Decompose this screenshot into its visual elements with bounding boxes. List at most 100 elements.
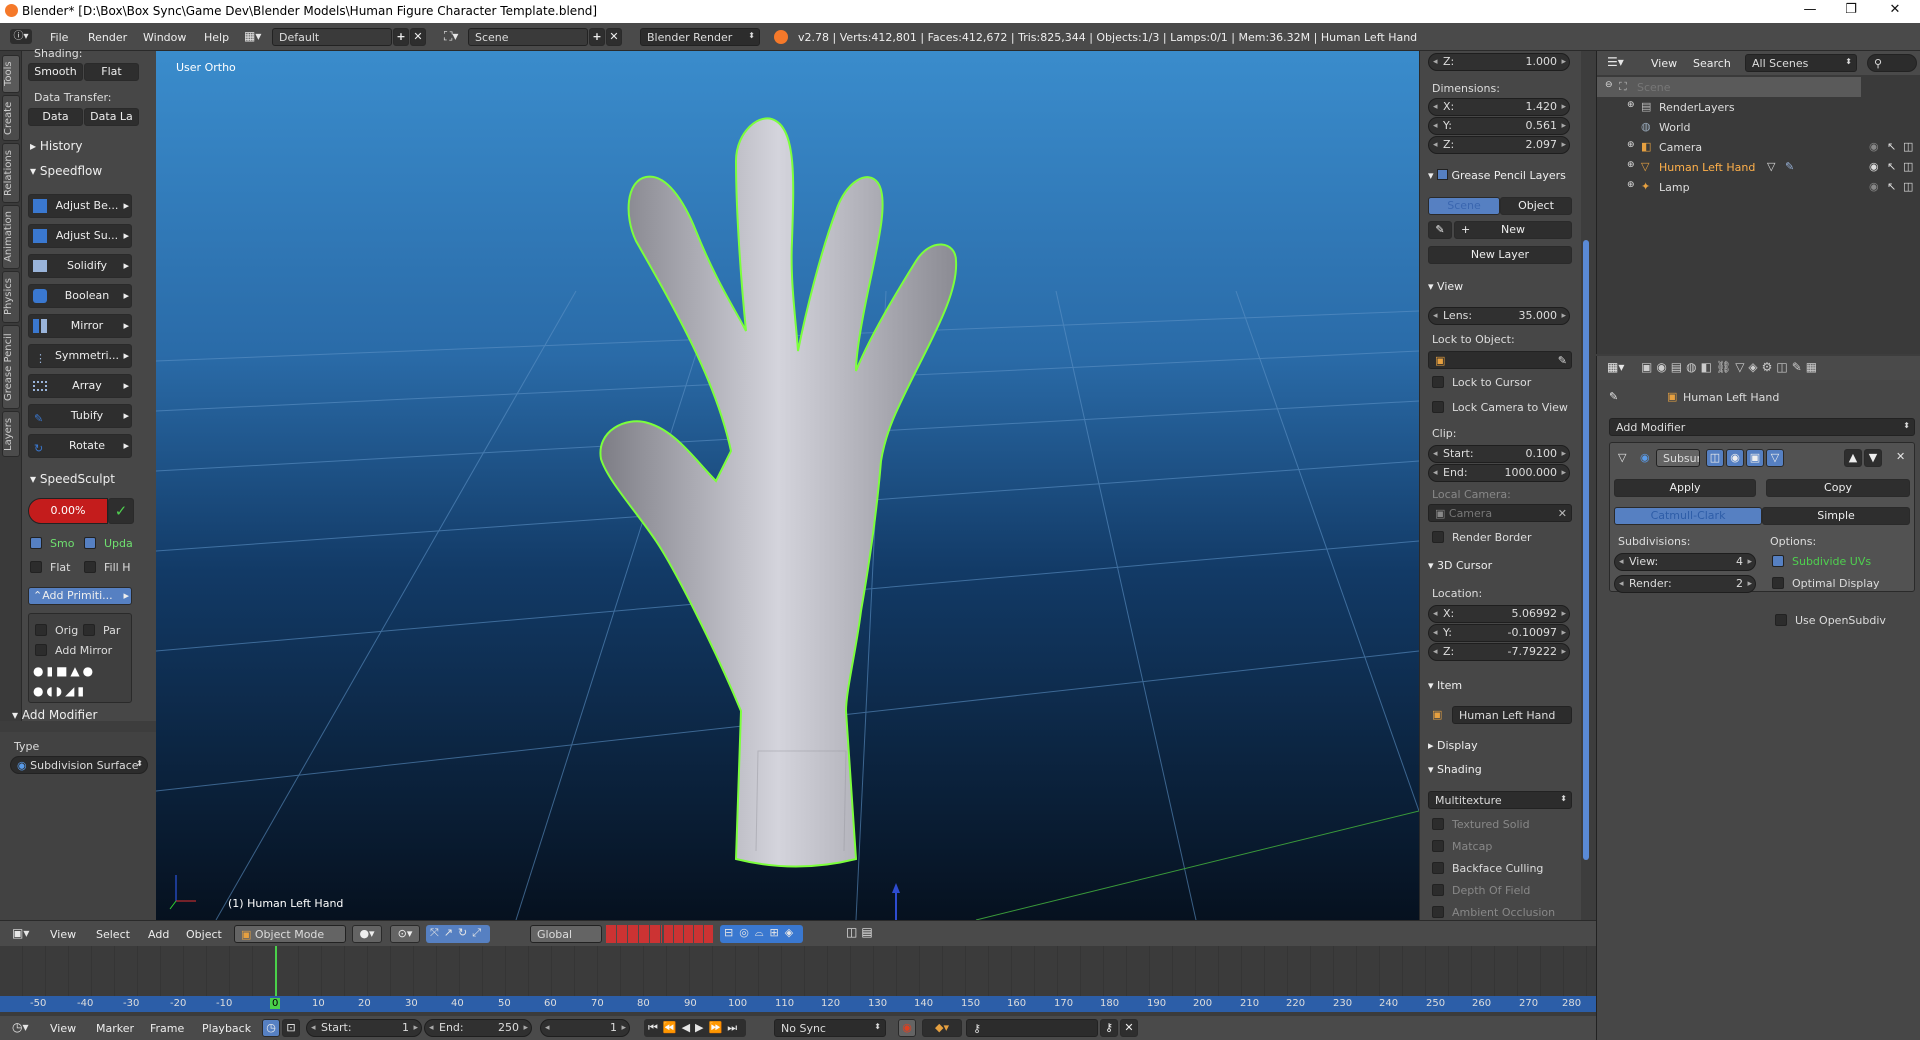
confirm-check-button[interactable]: ✓ (108, 498, 134, 524)
speedflow-adjust-bevel-button[interactable]: Adjust Be... ▸ (28, 194, 132, 218)
timeline-menu-frame[interactable]: Frame (150, 1022, 184, 1035)
remove-modifier-icon[interactable]: ✕ (1896, 450, 1905, 463)
speedflow-boolean-button[interactable]: Boolean ▸ (28, 284, 132, 308)
outliner-search-input[interactable]: ⚲ (1867, 54, 1917, 72)
speedflow-symmetrize-button[interactable]: ⋮ Symmetri... ▸ (28, 344, 132, 368)
gp-object-toggle[interactable]: Object (1500, 197, 1572, 215)
frame-end-field[interactable]: End: 250 (424, 1019, 532, 1037)
expand-icon[interactable]: ⊕ (1627, 140, 1635, 150)
menu-window[interactable]: Window (143, 31, 186, 44)
expand-icon[interactable]: ⊕ (1627, 180, 1635, 190)
copy-modifier-button[interactable]: Copy (1766, 479, 1910, 497)
render-engine-selector[interactable]: Blender Render ⬍ (640, 28, 760, 46)
grease-pencil-checkbox[interactable] (1437, 169, 1449, 180)
modifier-type-selector[interactable]: ◉ Subdivision Surface ⬍ (10, 756, 148, 774)
outliner-menu-search[interactable]: Search (1693, 57, 1731, 70)
viewport-menu-view[interactable]: View (50, 928, 76, 941)
close-button[interactable]: ✕ (1880, 2, 1910, 17)
lock-camera-checkbox[interactable] (1432, 401, 1444, 413)
info-editor-icon[interactable]: ⓘ▾ (10, 29, 32, 44)
outliner-row-world[interactable]: ◍ World (1597, 117, 1920, 137)
snap-icons[interactable]: ⊟◎⌓⊞◈ (720, 925, 804, 943)
3d-viewport[interactable]: User Ortho (1) Human Left Hand (156, 51, 1419, 920)
render-camera-icon[interactable]: ◫ (1903, 180, 1913, 193)
collapse-icon[interactable]: ⊖ (1605, 80, 1613, 90)
npanel-scrollbar[interactable] (1583, 240, 1589, 860)
menu-render[interactable]: Render (88, 31, 127, 44)
eyedropper-icon[interactable]: ✎ (1558, 354, 1567, 367)
modifier-name-field[interactable]: Subsur (1656, 449, 1700, 467)
speedflow-adjust-surface-button[interactable]: Adjust Su... ▸ (28, 224, 132, 248)
data-button[interactable]: Data (28, 108, 83, 126)
render-camera-icon[interactable]: ◫ (1903, 140, 1913, 153)
smooth-checkbox[interactable] (30, 537, 42, 549)
optimal-display-checkbox[interactable] (1772, 577, 1784, 589)
item-name-field[interactable]: Human Left Hand (1452, 706, 1572, 724)
apply-modifier-button[interactable]: Apply (1614, 479, 1756, 497)
outliner-row-lamp[interactable]: ⊕ ✦ Lamp ◉ ↖ ◫ (1597, 177, 1920, 197)
delete-keyframe-button[interactable]: ✕ (1120, 1019, 1138, 1037)
outliner-menu-view[interactable]: View (1651, 57, 1677, 70)
timeline-editor-icon[interactable]: ◷▾ (12, 1020, 29, 1034)
display-panel-header[interactable]: ▸ Display (1428, 739, 1478, 752)
layout-icon[interactable]: ▦▾ (244, 29, 268, 45)
interaction-mode-selector[interactable]: ▣ Object Mode (234, 925, 346, 943)
grease-pencil-panel-header[interactable]: ▾ Grease Pencil Layers (1428, 169, 1566, 182)
gp-scene-toggle[interactable]: Scene (1428, 197, 1500, 215)
primitive-icons-row-2[interactable]: ●◖◗◢▮ (33, 684, 87, 698)
keying-set-button[interactable]: ◆▾ (922, 1019, 962, 1037)
outliner-row-renderlayers[interactable]: ⊕ ▤ RenderLayers (1597, 97, 1920, 117)
move-up-button[interactable]: ▲ (1844, 449, 1862, 467)
modifier-editmode-toggle[interactable]: ▣ (1746, 449, 1764, 467)
human-left-hand-mesh[interactable] (599, 117, 958, 868)
flat-button[interactable]: Flat (84, 63, 139, 81)
cursor-x-field[interactable]: X: 5.06992 (1428, 605, 1570, 623)
sync-mode-selector[interactable]: No Sync ⬍ (774, 1019, 886, 1037)
viewport-menu-select[interactable]: Select (96, 928, 130, 941)
render-subdivisions-field[interactable]: Render: 2 (1614, 575, 1756, 593)
lens-field[interactable]: Lens: 35.000 (1428, 307, 1570, 325)
outliner-row-human-left-hand[interactable]: ⊕ ▽ Human Left Hand ▽ ✎ ◉ ↖ ◫ (1597, 157, 1920, 177)
catmull-clark-toggle[interactable]: Catmull-Clark (1614, 507, 1762, 525)
timeline[interactable]: -50 -40 -30 -20 -10 0 10 20 30 40 50 60 … (0, 946, 1596, 1016)
render-camera-icon[interactable]: ◫ (1903, 160, 1913, 173)
3d-cursor-panel-header[interactable]: ▾ 3D Cursor (1428, 559, 1492, 572)
maximize-button[interactable]: ❐ (1836, 2, 1866, 17)
use-opensubdiv-checkbox[interactable] (1775, 614, 1787, 626)
outliner-row-camera[interactable]: ⊕ ◧ Camera ◉ ↖ ◫ (1597, 137, 1920, 157)
transform-orientation-selector[interactable]: Global (530, 925, 602, 943)
lock-to-cursor-checkbox[interactable] (1432, 376, 1444, 388)
keying-set-field[interactable]: ⚷ (966, 1019, 1098, 1037)
visibility-eye-icon[interactable]: ◉ (1869, 180, 1879, 193)
orig-checkbox[interactable] (35, 624, 47, 636)
insert-keyframe-button[interactable]: ⚷ (1100, 1019, 1118, 1037)
dimension-z-field[interactable]: Z: 2.097 (1428, 136, 1570, 154)
select-cursor-icon[interactable]: ↖ (1887, 160, 1896, 173)
scene-selector[interactable]: Scene (468, 28, 588, 46)
tab-grease-pencil[interactable]: Grease Pencil (2, 325, 20, 409)
properties-context-tabs[interactable]: ▣◉▤◍◧⛓▽◈⚙◫✎▦ (1641, 360, 1821, 374)
render-preview-icons[interactable]: ◫▤ (846, 925, 877, 939)
subdivide-uvs-checkbox[interactable] (1772, 555, 1784, 567)
remove-scene-button[interactable]: ✕ (606, 28, 622, 46)
local-camera-field[interactable]: ▣ Camera ✕ (1428, 504, 1572, 522)
minimize-button[interactable]: — (1795, 2, 1825, 17)
speedflow-mirror-button[interactable]: Mirror ▸ (28, 314, 132, 338)
data-layers-button[interactable]: Data La (84, 108, 139, 126)
speedflow-array-button[interactable]: Array ▸ (28, 374, 132, 398)
add-modifier-selector[interactable]: Add Modifier ⬍ (1609, 418, 1915, 436)
dimension-y-field[interactable]: Y: 0.561 (1428, 117, 1570, 135)
cursor-y-field[interactable]: Y: -0.10097 (1428, 624, 1570, 642)
gp-new-button[interactable]: + New (1454, 221, 1572, 239)
viewport-shading-button[interactable]: ●▾ (352, 925, 382, 943)
clear-icon[interactable]: ✕ (1558, 507, 1567, 520)
textured-solid-checkbox[interactable] (1432, 818, 1444, 830)
add-primitive-button[interactable]: ⌃Add Primiti... ▸ (28, 587, 132, 605)
view-subdivisions-field[interactable]: View: 4 (1614, 553, 1756, 571)
tab-physics[interactable]: Physics (2, 271, 20, 323)
shading-mode-selector[interactable]: Multitexture ⬍ (1428, 791, 1572, 809)
visibility-eye-icon[interactable]: ◉ (1869, 140, 1879, 153)
tab-animation[interactable]: Animation (2, 205, 20, 269)
speedsculpt-panel-header[interactable]: ▾ SpeedSculpt (30, 472, 115, 486)
update-checkbox[interactable] (84, 537, 96, 549)
